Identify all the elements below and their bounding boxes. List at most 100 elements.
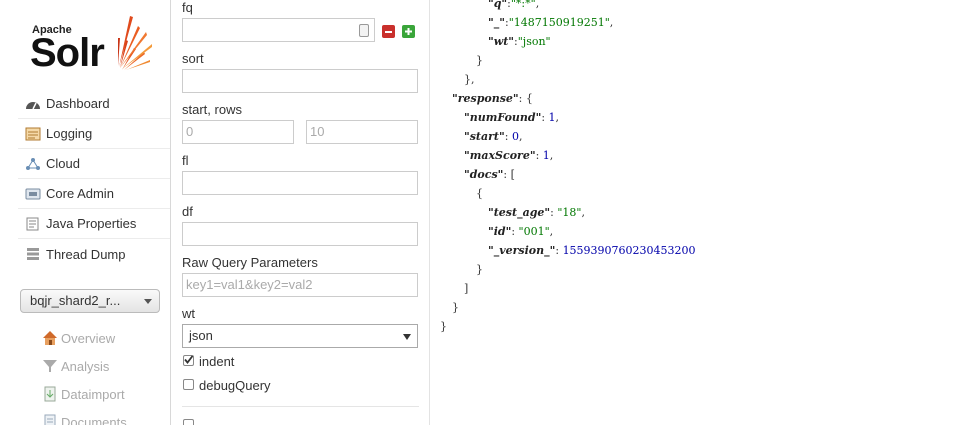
json-string: "18" [557, 206, 582, 219]
debug-query-checkbox[interactable] [183, 379, 194, 390]
core-menu-dataimport-label: Dataimport [61, 386, 125, 402]
df-input[interactable] [182, 222, 418, 246]
json-number: 0 [511, 130, 519, 143]
indent-label: indent [199, 354, 235, 369]
fq-label: fq [182, 0, 193, 15]
json-punct: : [541, 111, 549, 124]
json-key: "response" [452, 92, 519, 105]
raw-query-placeholder: key1=val1&key2=val2 [186, 277, 313, 292]
json-number: 1559390760230453200 [562, 244, 696, 257]
response-line: "maxScore": 1, [464, 149, 553, 162]
raw-query-input[interactable]: key1=val1&key2=val2 [182, 273, 418, 297]
json-key: "start" [464, 130, 505, 143]
json-number: 1 [542, 149, 550, 162]
form-divider [182, 406, 419, 407]
logo-solr-text: Solr [30, 31, 105, 75]
sort-input[interactable] [182, 69, 418, 93]
core-menu-analysis[interactable]: Analysis [40, 352, 170, 380]
fl-input[interactable] [182, 171, 418, 195]
core-admin-icon [24, 187, 42, 201]
start-input-placeholder: 0 [186, 124, 194, 139]
json-key: "id" [488, 225, 512, 238]
response-line: "_version_": 1559390760230453200 [488, 244, 696, 257]
next-option-checkbox[interactable] [183, 419, 194, 425]
nav-core-admin-label: Core Admin [46, 186, 114, 201]
solr-logo[interactable]: Apache Solr [30, 8, 155, 75]
response-line: ] [464, 282, 468, 295]
json-key: "numFound" [464, 111, 542, 124]
json-punct: : [ [503, 168, 515, 181]
response-line: { [476, 187, 483, 200]
json-key: "wt" [488, 35, 515, 48]
thread-dump-icon [24, 247, 42, 261]
nav-dashboard-label: Dashboard [46, 96, 110, 111]
json-key: "q" [488, 0, 508, 10]
java-properties-icon [24, 217, 42, 231]
raw-query-label: Raw Query Parameters [182, 255, 318, 270]
funnel-icon [42, 358, 58, 374]
nav-dashboard[interactable]: Dashboard [18, 89, 170, 119]
add-fq-button[interactable] [402, 25, 415, 38]
json-punct: } [476, 54, 483, 67]
response-panel: "q":"*:*", "_":"1487150919251", "wt":"json… [431, 0, 963, 425]
rows-input[interactable]: 10 [306, 120, 418, 144]
json-key: "maxScore" [464, 149, 536, 162]
core-selector[interactable]: bqjr_shard2_r... [20, 289, 160, 313]
nav-thread-dump-label: Thread Dump [46, 246, 126, 262]
minus-icon [385, 30, 392, 33]
cloud-icon [24, 157, 42, 171]
nav-core-admin[interactable]: Core Admin [18, 179, 170, 209]
json-punct: } [452, 301, 459, 314]
json-punct: , [581, 206, 585, 219]
nav-thread-dump[interactable]: Thread Dump [18, 239, 170, 269]
json-key: "_version_" [488, 244, 556, 257]
json-key: "docs" [464, 168, 504, 181]
response-line: "wt":"json" [488, 35, 551, 48]
json-punct: , [609, 16, 614, 29]
json-punct: } [476, 263, 483, 276]
start-input[interactable]: 0 [182, 120, 294, 144]
remove-fq-button[interactable] [382, 25, 395, 38]
chevron-down-icon [144, 299, 152, 304]
response-line: "docs": [ [464, 168, 515, 181]
nav-java-properties[interactable]: Java Properties [18, 209, 170, 239]
nav-java-properties-label: Java Properties [46, 216, 137, 231]
json-punct: , [518, 130, 523, 143]
response-line: } [440, 320, 447, 333]
json-punct: : [511, 225, 519, 238]
logging-icon [24, 127, 42, 141]
json-punct: , [535, 0, 540, 10]
keyboard-icon [359, 24, 369, 37]
debug-query-label: debugQuery [199, 378, 271, 393]
core-menu-dataimport[interactable]: Dataimport [40, 380, 170, 408]
documents-icon [42, 414, 58, 425]
json-punct: ] [464, 282, 469, 295]
response-line: "numFound": 1, [464, 111, 559, 124]
json-punct: : [535, 149, 543, 162]
core-menu-overview-label: Overview [61, 330, 116, 346]
chevron-down-icon [403, 334, 411, 340]
core-menu-overview[interactable]: Overview [40, 324, 170, 352]
json-punct: : [504, 130, 512, 143]
nav-cloud[interactable]: Cloud [18, 149, 170, 179]
response-line: "q":"*:*", [488, 0, 539, 10]
json-key: "test_age" [488, 206, 551, 219]
json-punct: } [440, 320, 447, 333]
response-line: } [476, 263, 483, 276]
json-string: "001" [518, 225, 550, 238]
fq-input[interactable] [182, 18, 375, 42]
response-line: "response": { [452, 92, 533, 105]
wt-label: wt [182, 306, 195, 321]
wt-select[interactable]: json [182, 324, 418, 348]
core-menu-documents[interactable]: Documents [40, 408, 170, 425]
response-line: "_":"1487150919251", [488, 16, 613, 29]
response-line: "id": "001", [488, 225, 553, 238]
indent-checkbox[interactable] [183, 355, 194, 366]
json-punct: , [555, 111, 560, 124]
json-punct: , [549, 225, 554, 238]
sidebar: Apache Solr Dashboard Logging Cloud Core… [0, 0, 171, 425]
json-string: "*:*" [510, 0, 536, 10]
nav-logging[interactable]: Logging [18, 119, 170, 149]
sort-label: sort [182, 51, 204, 66]
json-key: "_" [488, 16, 505, 29]
